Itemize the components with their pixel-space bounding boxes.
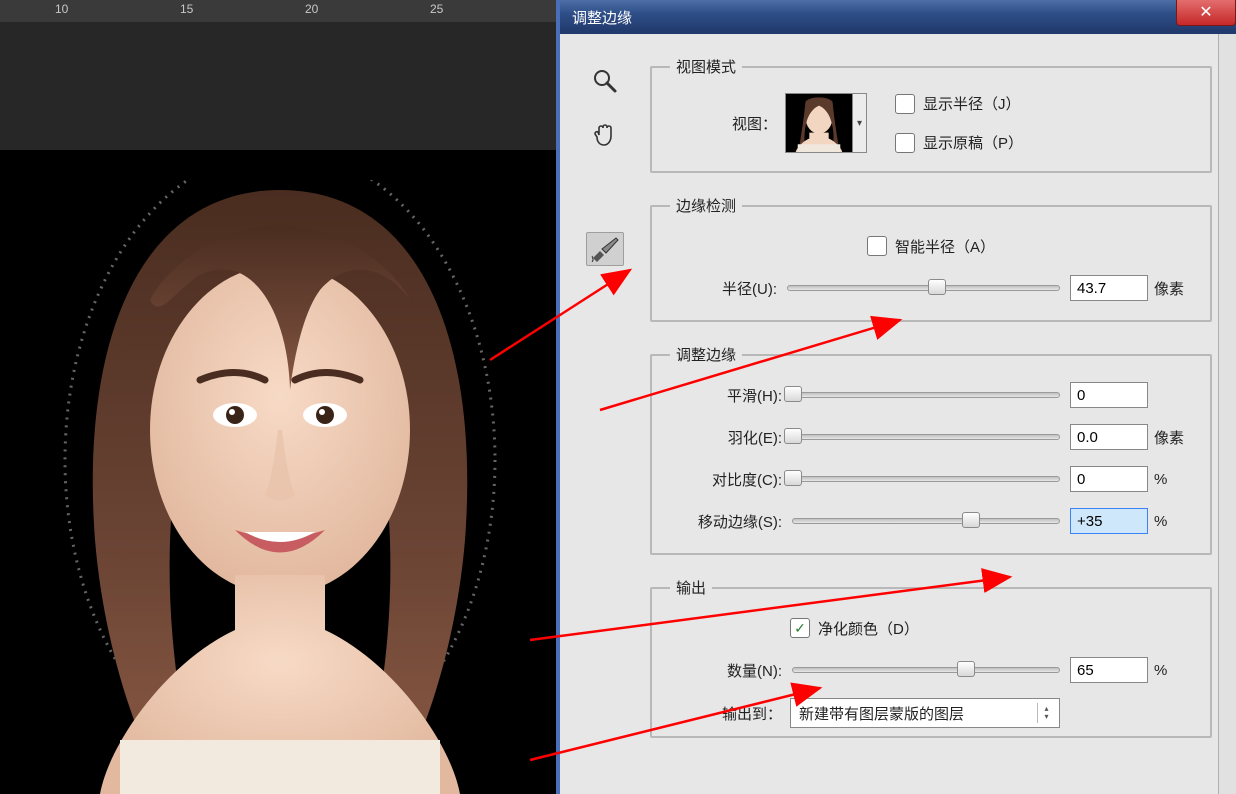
brush-icon — [590, 236, 620, 262]
zoom-tool[interactable] — [586, 64, 624, 98]
slider-thumb-icon[interactable] — [928, 279, 946, 295]
close-button[interactable]: ✕ — [1176, 0, 1236, 26]
group-output: 输出 净化颜色（D） 数量(N): % 输出到： 新建带有图层蒙版 — [650, 577, 1212, 738]
checkbox-icon — [895, 94, 915, 114]
contrast-slider[interactable] — [792, 476, 1060, 482]
checkbox-icon — [867, 236, 887, 256]
shift-edge-label: 移动边缘(S): — [670, 511, 790, 532]
amount-unit: % — [1148, 662, 1192, 679]
smooth-input[interactable] — [1070, 382, 1148, 408]
output-to-label: 输出到： — [670, 703, 790, 724]
radius-input[interactable] — [1070, 275, 1148, 301]
magnifier-icon — [592, 68, 618, 94]
legend-edge-detect: 边缘检测 — [670, 195, 742, 216]
radius-unit: 像素 — [1148, 278, 1192, 299]
view-label: 视图： — [670, 113, 785, 134]
ruler-num: 10 — [55, 2, 68, 16]
view-dropdown-btn[interactable]: ▾ — [853, 93, 867, 153]
legend-output: 输出 — [670, 577, 712, 598]
canvas-gray-area — [0, 22, 556, 150]
slider-thumb-icon[interactable] — [957, 661, 975, 677]
checkbox-icon — [790, 618, 810, 638]
slider-thumb-icon[interactable] — [784, 386, 802, 402]
group-adjust-edge: 调整边缘 平滑(H): 羽化(E): 像素 对比度(C): — [650, 344, 1212, 555]
ruler-num: 15 — [180, 2, 193, 16]
canvas[interactable] — [0, 150, 556, 794]
close-icon: ✕ — [1199, 2, 1212, 22]
group-view-mode: 视图模式 视图： ▾ — [650, 56, 1212, 173]
group-edge-detect: 边缘检测 智能半径（A） 半径(U): 像素 — [650, 195, 1212, 322]
contrast-input[interactable] — [1070, 466, 1148, 492]
smart-radius-checkbox[interactable]: 智能半径（A） — [867, 236, 995, 257]
refine-edge-dialog: 调整边缘 ✕ — [556, 0, 1236, 794]
panels: 视图模式 视图： ▾ — [650, 34, 1236, 794]
shift-edge-input[interactable] — [1070, 508, 1148, 534]
feather-slider[interactable] — [792, 434, 1060, 440]
feather-label: 羽化(E): — [670, 427, 790, 448]
purify-color-checkbox[interactable]: 净化颜色（D） — [790, 618, 919, 639]
contrast-unit: % — [1148, 471, 1192, 488]
amount-label: 数量(N): — [670, 660, 790, 681]
slider-thumb-icon[interactable] — [784, 428, 802, 444]
shift-edge-unit: % — [1148, 513, 1192, 530]
portrait-image — [50, 180, 510, 794]
feather-input[interactable] — [1070, 424, 1148, 450]
smooth-slider[interactable] — [792, 392, 1060, 398]
output-to-value: 新建带有图层蒙版的图层 — [799, 703, 964, 724]
tool-column — [560, 34, 650, 794]
purify-label: 净化颜色（D） — [818, 618, 919, 639]
show-original-checkbox[interactable]: 显示原稿（P） — [895, 132, 1023, 153]
show-radius-label: 显示半径（J） — [923, 93, 1021, 114]
legend-view-mode: 视图模式 — [670, 56, 742, 77]
ruler-num: 20 — [305, 2, 318, 16]
view-thumbnail[interactable] — [785, 93, 853, 153]
slider-thumb-icon[interactable] — [962, 512, 980, 528]
output-to-select[interactable]: 新建带有图层蒙版的图层 ▴▾ — [790, 698, 1060, 728]
show-radius-checkbox[interactable]: 显示半径（J） — [895, 93, 1023, 114]
select-arrow-icon: ▴▾ — [1037, 703, 1055, 723]
radius-slider[interactable] — [787, 285, 1060, 291]
ruler-num: 25 — [430, 2, 443, 16]
amount-input[interactable] — [1070, 657, 1148, 683]
amount-slider[interactable] — [792, 667, 1060, 673]
shift-edge-slider[interactable] — [792, 518, 1060, 524]
hand-tool[interactable] — [586, 118, 624, 152]
smart-radius-label: 智能半径（A） — [895, 236, 995, 257]
ruler: 10 15 20 25 — [0, 0, 556, 22]
checkbox-icon — [895, 133, 915, 153]
dialog-title: 调整边缘 — [572, 7, 632, 28]
legend-adjust-edge: 调整边缘 — [670, 344, 742, 365]
dialog-titlebar[interactable]: 调整边缘 ✕ — [560, 0, 1236, 34]
scrollbar[interactable] — [1218, 34, 1236, 794]
radius-label: 半径(U): — [670, 278, 785, 299]
feather-unit: 像素 — [1148, 427, 1192, 448]
slider-thumb-icon[interactable] — [784, 470, 802, 486]
refine-brush-tool[interactable] — [586, 232, 624, 266]
smooth-label: 平滑(H): — [670, 385, 790, 406]
hand-icon — [591, 121, 619, 149]
show-original-label: 显示原稿（P） — [923, 132, 1023, 153]
contrast-label: 对比度(C): — [670, 469, 790, 490]
